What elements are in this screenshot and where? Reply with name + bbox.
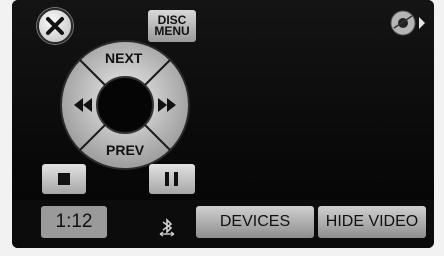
disc-menu-label-line2: MENU [154,24,190,38]
pause-icon [165,172,169,186]
pause-button[interactable] [149,164,195,194]
hide-video-button[interactable]: HIDE VIDEO [318,206,426,238]
prev-label: PREV [106,142,145,158]
bluetooth-icon [158,217,178,237]
video-panel: DISC MENU NEXT PREV [12,0,434,200]
next-button[interactable]: NEXT [92,42,158,72]
stop-button[interactable] [42,164,86,194]
direction-pad: NEXT PREV [58,38,192,172]
next-label: NEXT [105,50,143,66]
disc-arrow-icon [390,10,425,36]
rewind-button[interactable] [62,78,96,132]
devices-button[interactable]: DEVICES [196,206,314,238]
stop-icon [58,173,70,185]
prev-button[interactable]: PREV [92,138,158,168]
disc-arrow-button[interactable] [388,8,426,38]
fast-forward-button[interactable] [154,78,188,132]
media-screen: DISC MENU NEXT PREV 1:12 DEVICES HIDE VI… [12,0,434,248]
pause-icon-bar [174,172,178,186]
elapsed-time: 1:12 [41,206,107,238]
